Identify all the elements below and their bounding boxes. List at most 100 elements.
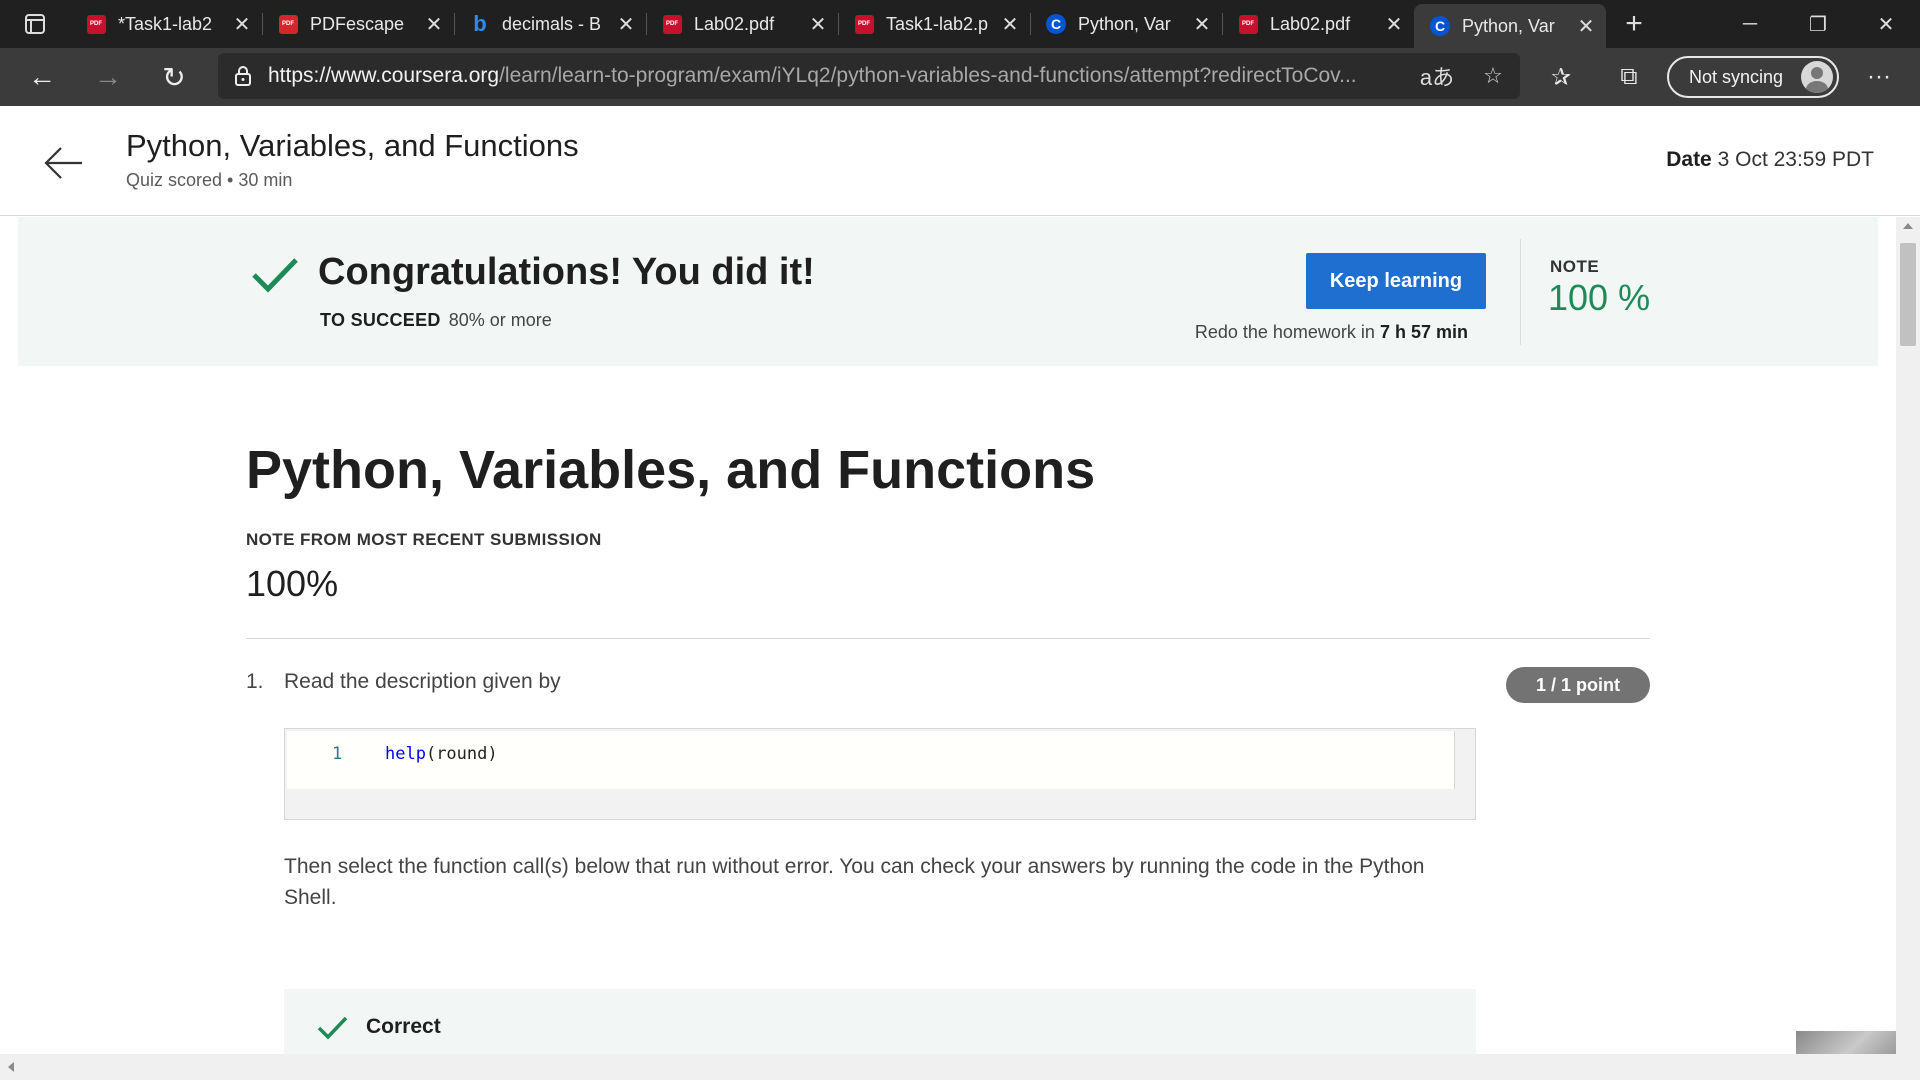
- pass-requirement: TO SUCCEED 80% or more: [320, 310, 552, 331]
- succeed-label: TO SUCCEED: [320, 310, 441, 330]
- scroll-left-icon[interactable]: [8, 1062, 14, 1072]
- code-block: 1 help(round): [284, 728, 1476, 820]
- question-number: 1.: [246, 670, 264, 693]
- pdfescape-icon: PDF: [278, 14, 298, 34]
- congrats-heading: Congratulations! You did it!: [318, 251, 815, 293]
- close-icon[interactable]: ✕: [1000, 12, 1020, 37]
- close-icon[interactable]: ✕: [808, 12, 828, 37]
- video-thumbnail: [1796, 1031, 1896, 1054]
- url-host: www.coursera.org: [331, 64, 500, 87]
- close-icon[interactable]: ✕: [424, 12, 444, 37]
- browser-tab-bar: PDF *Task1-lab2 ✕ PDF PDFescape ✕ b deci…: [0, 0, 1920, 48]
- tab-title: Python, Var: [1078, 13, 1171, 34]
- minimize-icon: ─: [1742, 12, 1758, 35]
- quiz-meta: Quiz scored • 30 min: [126, 170, 293, 190]
- refresh-icon: ↻: [162, 61, 186, 93]
- pdf-icon: PDF: [1238, 14, 1258, 34]
- succeed-value: 80% or more: [448, 310, 552, 330]
- pdf-icon: PDF: [86, 14, 106, 34]
- code-args: (round): [425, 744, 498, 764]
- arrow-right-icon: →: [94, 61, 122, 92]
- close-icon[interactable]: ✕: [1384, 12, 1404, 37]
- redo-time: 7 h 57 min: [1379, 322, 1468, 342]
- restore-icon: ❐: [1809, 13, 1827, 36]
- points-badge: 1 / 1 point: [1506, 667, 1650, 703]
- forward-button[interactable]: →: [76, 48, 140, 106]
- plus-icon: +: [1625, 7, 1643, 40]
- url-text: https://www.coursera.org/learn/learn-to-…: [268, 64, 1398, 88]
- page-header: Python, Variables, and Functions Quiz sc…: [0, 106, 1920, 216]
- code-function: help: [385, 744, 426, 764]
- browser-tab[interactable]: PDF PDFescape ✕: [262, 0, 454, 48]
- browser-tab[interactable]: PDF Task1-lab2.p ✕: [838, 0, 1030, 48]
- window-controls: ─ ❐ ✕: [1716, 0, 1920, 48]
- refresh-button[interactable]: ↻: [142, 48, 206, 106]
- coursera-icon: C: [1046, 14, 1066, 34]
- scrollbar-thumb[interactable]: [1900, 243, 1916, 346]
- tab-title: Lab02.pdf: [1270, 13, 1351, 34]
- bing-icon: b: [473, 11, 487, 36]
- pdf-icon: PDF: [854, 14, 874, 34]
- minimize-button[interactable]: ─: [1716, 0, 1784, 48]
- keep-learning-button[interactable]: Keep learning: [1306, 253, 1486, 309]
- browser-tab-active[interactable]: C Python, Var ✕: [1414, 4, 1606, 48]
- close-icon[interactable]: ✕: [1576, 14, 1596, 39]
- profile-sync-button[interactable]: Not syncing: [1667, 56, 1839, 98]
- browser-tab[interactable]: b decimals - B ✕: [454, 0, 646, 48]
- close-icon: ✕: [1877, 13, 1895, 36]
- code-editor[interactable]: 1 help(round): [287, 731, 1455, 789]
- tab-title: Task1-lab2.p: [886, 13, 989, 34]
- tab-title: *Task1-lab2: [118, 13, 213, 34]
- grade-label: NOTE: [1550, 257, 1600, 276]
- tab-actions-button[interactable]: [0, 0, 70, 48]
- close-window-button[interactable]: ✕: [1852, 0, 1920, 48]
- arrow-left-icon: ←: [28, 61, 56, 92]
- horizontal-scrollbar[interactable]: [0, 1054, 1920, 1080]
- browser-tab[interactable]: PDF Lab02.pdf ✕: [1222, 0, 1414, 48]
- browser-tab[interactable]: C Python, Var ✕: [1030, 0, 1222, 48]
- favorites-icon[interactable]: ✰: [1532, 48, 1590, 106]
- tab-title: decimals - B: [502, 13, 602, 34]
- tab-title: Python, Var: [1462, 15, 1555, 36]
- result-banner: Congratulations! You did it! TO SUCCEED 8…: [18, 217, 1878, 366]
- back-button[interactable]: ←: [10, 48, 74, 106]
- grade-value: 100 %: [1548, 277, 1651, 318]
- recent-grade-label: NOTE FROM MOST RECENT SUBMISSION: [246, 530, 602, 549]
- main-content: Congratulations! You did it! TO SUCCEED 8…: [0, 217, 1896, 1054]
- redo-prefix: Redo the homework in: [1194, 322, 1375, 342]
- back-arrow-icon[interactable]: [40, 140, 86, 186]
- read-aloud-icon[interactable]: aあ: [1414, 53, 1460, 99]
- scroll-up-icon[interactable]: [1903, 223, 1913, 229]
- vertical-scrollbar[interactable]: [1896, 217, 1920, 1054]
- code-line: help(round): [385, 744, 498, 764]
- recent-grade-value: 100%: [246, 563, 339, 604]
- check-icon: [317, 1016, 348, 1040]
- address-bar[interactable]: https://www.coursera.org/learn/learn-to-…: [218, 53, 1520, 99]
- collections-icon[interactable]: ⧉: [1600, 48, 1658, 106]
- add-favorite-icon[interactable]: ☆: [1470, 53, 1516, 99]
- more-options-icon[interactable]: ···: [1850, 48, 1908, 106]
- check-icon: [252, 258, 298, 293]
- browser-tab[interactable]: PDF *Task1-lab2 ✕: [70, 0, 262, 48]
- close-icon[interactable]: ✕: [232, 12, 252, 37]
- question-instruction: Then select the function call(s) below t…: [284, 855, 1425, 909]
- tab-title: PDFescape: [310, 13, 405, 34]
- line-number: 1: [332, 744, 343, 764]
- browser-tab[interactable]: PDF Lab02.pdf ✕: [646, 0, 838, 48]
- date-label: Date: [1666, 148, 1712, 171]
- new-tab-button[interactable]: +: [1606, 0, 1662, 48]
- redo-countdown: Redo the homework in 7 h 57 min: [1195, 322, 1468, 343]
- coursera-icon: C: [1430, 16, 1450, 36]
- date-value: 3 Oct 23:59 PDT: [1717, 148, 1874, 171]
- close-icon[interactable]: ✕: [616, 12, 636, 37]
- avatar: [1801, 61, 1833, 93]
- close-icon[interactable]: ✕: [1192, 12, 1212, 37]
- url-prefix: https://: [268, 64, 332, 87]
- due-date: Date 3 Oct 23:59 PDT: [1666, 148, 1874, 172]
- divider: [246, 638, 1650, 639]
- restore-button[interactable]: ❐: [1784, 0, 1852, 48]
- lock-icon: [232, 65, 254, 87]
- sync-label: Not syncing: [1689, 66, 1784, 87]
- tab-title: Lab02.pdf: [694, 13, 775, 34]
- divider: [1520, 239, 1521, 345]
